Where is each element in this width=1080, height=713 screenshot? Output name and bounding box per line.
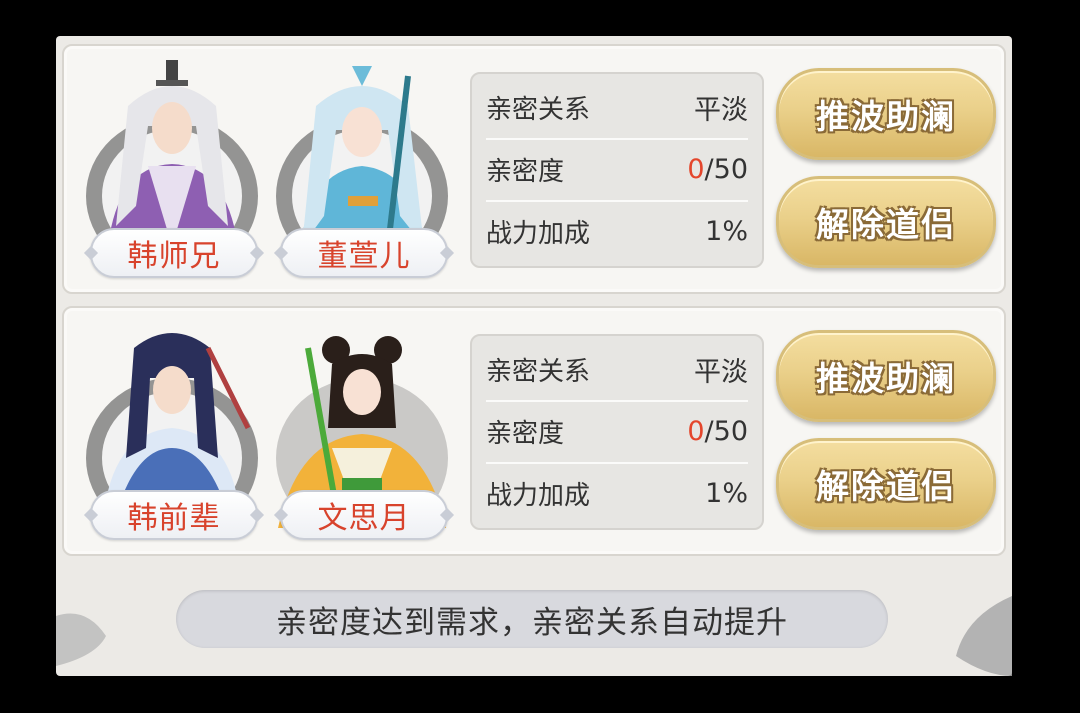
female-name-label: 董萱儿: [280, 228, 448, 278]
stat-value: 1%: [705, 477, 748, 509]
stat-relationship: 亲密关系 平淡: [486, 338, 748, 402]
couples-panel: 韩师兄 董萱儿 亲密关系 平淡 亲密度 0/50 战力加成 1% 推波助澜 解除…: [56, 36, 1012, 676]
stat-value: 1%: [705, 215, 748, 247]
dissolve-button[interactable]: 解除道侣: [776, 438, 996, 530]
stat-intimacy: 亲密度 0/50: [486, 138, 748, 202]
stat-value: 0/50: [687, 416, 748, 447]
stat-relationship: 亲密关系 平淡: [486, 76, 748, 140]
stat-power-bonus: 战力加成 1%: [486, 200, 748, 262]
portrait-han-qianbei[interactable]: 韩前辈: [78, 308, 266, 548]
stat-label: 亲密关系: [486, 94, 591, 125]
intimacy-tip: 亲密度达到需求，亲密关系自动提升: [176, 590, 888, 648]
portrait-dong-xuaner[interactable]: 董萱儿: [268, 46, 456, 286]
intimacy-max: /50: [704, 153, 748, 185]
portrait-wen-siyue[interactable]: 文思月: [268, 308, 456, 548]
stat-intimacy: 亲密度 0/50: [486, 400, 748, 464]
stat-value: 平淡: [694, 94, 748, 126]
portrait-han-shixiong[interactable]: 韩师兄: [78, 46, 266, 286]
boost-button[interactable]: 推波助澜: [776, 68, 996, 160]
stat-power-bonus: 战力加成 1%: [486, 462, 748, 524]
stat-label: 战力加成: [486, 218, 591, 249]
female-name-label: 文思月: [280, 490, 448, 540]
ink-cloud-icon: [56, 613, 106, 666]
intimacy-current: 0: [687, 415, 705, 447]
male-name-label: 韩前辈: [90, 490, 258, 540]
couple-card-1: 韩师兄 董萱儿 亲密关系 平淡 亲密度 0/50 战力加成 1% 推波助澜 解除…: [62, 44, 1006, 294]
couple-card-2: 韩前辈 文思月 亲密关系 平淡 亲密度 0/50 战力加成 1% 推波助澜 解除…: [62, 306, 1006, 556]
ink-cloud-icon: [956, 596, 1012, 676]
stat-value: 0/50: [687, 154, 748, 185]
dissolve-button[interactable]: 解除道侣: [776, 176, 996, 268]
couple-stats-2: 亲密关系 平淡 亲密度 0/50 战力加成 1%: [470, 334, 764, 530]
couple-stats-1: 亲密关系 平淡 亲密度 0/50 战力加成 1%: [470, 72, 764, 268]
stat-label: 亲密度: [486, 418, 565, 449]
intimacy-current: 0: [687, 153, 705, 185]
stat-label: 战力加成: [486, 480, 591, 511]
stat-value: 平淡: [694, 356, 748, 388]
intimacy-max: /50: [704, 415, 748, 447]
stat-label: 亲密度: [486, 156, 565, 187]
male-name-label: 韩师兄: [90, 228, 258, 278]
boost-button[interactable]: 推波助澜: [776, 330, 996, 422]
stat-label: 亲密关系: [486, 356, 591, 387]
